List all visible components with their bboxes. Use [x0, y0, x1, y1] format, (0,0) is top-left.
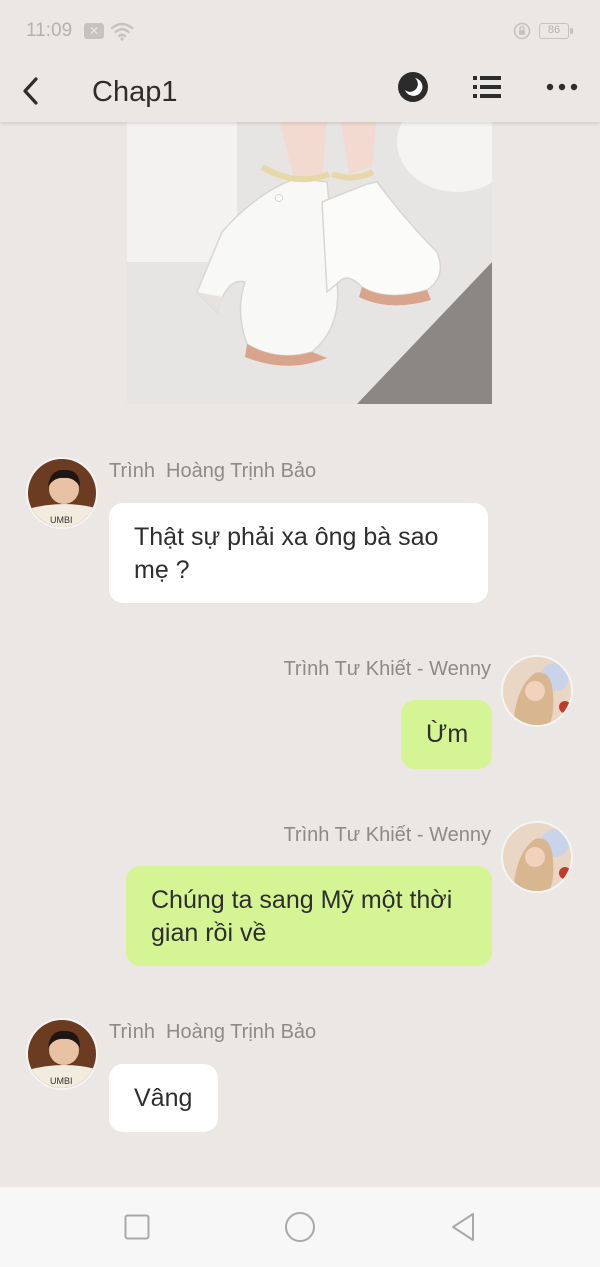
- svg-text:UMBI: UMBI: [50, 1076, 73, 1086]
- system-nav-bar: [0, 1187, 600, 1267]
- list-icon[interactable]: [468, 65, 506, 109]
- sender-name: Trình Hoàng Trịnh Bảo: [109, 1021, 317, 1043]
- avatar[interactable]: UMBI: [26, 457, 98, 529]
- battery-icon: 86: [539, 23, 573, 39]
- recent-apps-icon[interactable]: [117, 1209, 157, 1245]
- app-bar: Chap1: [0, 60, 600, 122]
- message-bubble[interactable]: Ừm: [401, 700, 492, 769]
- avatar[interactable]: [501, 821, 573, 893]
- home-icon[interactable]: [280, 1209, 320, 1245]
- rotation-lock-icon: [513, 22, 531, 45]
- chapter-title: Chap1: [92, 76, 178, 108]
- message-bubble[interactable]: Thật sự phải xa ông bà sao mẹ ?: [109, 503, 488, 603]
- wifi-icon: [110, 20, 134, 47]
- svg-text:UMBI: UMBI: [50, 515, 73, 525]
- avatar[interactable]: UMBI: [26, 1018, 98, 1090]
- status-bar: 11:09 ✕ 86: [0, 0, 600, 60]
- chat-content[interactable]: UMBI Trình Hoàng Trịnh Bảo Thật sự phải …: [0, 122, 600, 1187]
- sender-name: Trình Tư Khiết - Wenny: [283, 658, 491, 680]
- back-arrow-icon[interactable]: [14, 68, 46, 114]
- back-triangle-icon[interactable]: [443, 1209, 483, 1245]
- avatar[interactable]: [501, 655, 573, 727]
- sender-name: Trình Tư Khiết - Wenny: [283, 824, 491, 846]
- notification-x-icon: ✕: [84, 23, 104, 39]
- status-time: 11:09: [26, 20, 73, 41]
- sender-name: Trình Hoàng Trịnh Bảo: [109, 460, 317, 482]
- shoe-image[interactable]: [127, 122, 492, 404]
- message-bubble[interactable]: Vâng: [109, 1064, 218, 1132]
- more-icon[interactable]: [542, 65, 582, 109]
- message-bubble[interactable]: Chúng ta sang Mỹ một thời gian rồi về: [126, 866, 492, 966]
- night-mode-icon[interactable]: [394, 65, 432, 109]
